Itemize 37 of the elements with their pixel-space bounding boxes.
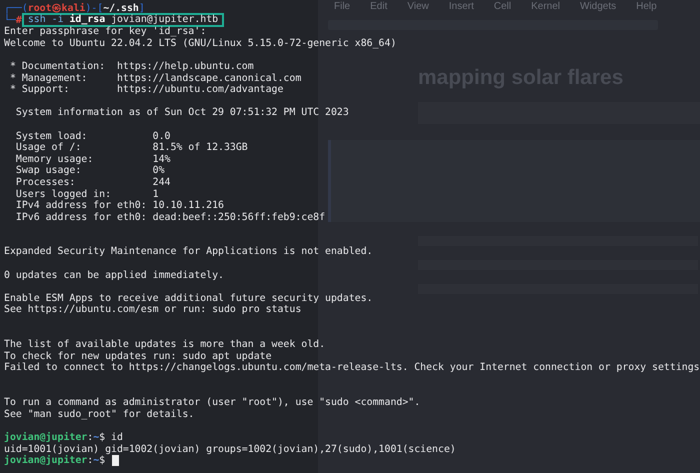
- output-line: See https://ubuntu.com/esm or run: sudo pro status: [4, 304, 302, 316]
- output-line: IPv6 address for eth0: dead:beef::250:56ff:feb9:ce8f: [14, 212, 326, 224]
- menu-item[interactable]: Widgets: [580, 1, 616, 12]
- prompt-line: jovian@jupiter:~$: [4, 455, 106, 467]
- output-line: Swap usage: 0%: [14, 165, 165, 177]
- output-line: Usage of /: 81.5% of 12.33GB: [14, 142, 248, 154]
- output-line: * Management: https://landscape.canonical.com: [8, 72, 302, 84]
- output-line: Memory usage: 14%: [14, 154, 170, 166]
- output-line: See "man sudo_root" for details.: [4, 408, 194, 420]
- output-line: Users logged in: 1: [14, 188, 159, 200]
- output-line: 0 updates can be applied immediately.: [4, 270, 224, 282]
- output-line: Enable ESM Apps to receive additional future security updates.: [4, 292, 373, 304]
- output-line: Welcome to Ubuntu 22.04.2 LTS (GNU/Linux 5.15.0-72-generic x86_64): [4, 38, 396, 50]
- output-line: IPv4 address for eth0: 10.10.11.216: [14, 200, 224, 212]
- output-line: To check for new updates run: sudo apt update: [4, 350, 272, 362]
- output-line: System load: 0.0: [14, 130, 170, 142]
- output-line: * Support: https://ubuntu.com/advantage: [8, 84, 284, 96]
- prompt-line: jovian@jupiter:~$ id: [4, 432, 123, 444]
- output-line: * Documentation: https://help.ubuntu.com: [8, 60, 254, 73]
- menu-item[interactable]: Cell: [494, 1, 512, 12]
- output-line: Enter passphrase for key 'id_rsa':: [4, 26, 206, 38]
- prompt-symbol: └─#: [4, 14, 22, 26]
- prompt-line: ┌──(root㉿kali)-[~/.ssh]: [4, 3, 145, 14]
- menu-item[interactable]: Help: [636, 1, 657, 12]
- menu-item[interactable]: Kernel: [531, 1, 560, 12]
- command-highlight: ssh -i id_rsa jovian@jupiter.htb: [22, 13, 224, 28]
- output-line: To run a command as administrator (user "root"), use "sudo <command>".: [4, 397, 420, 409]
- output-line: uid=1001(jovian) gid=1002(jovian) groups=1002(jovian),27(sudo),1001(science): [4, 444, 456, 455]
- menu-item[interactable]: Insert: [448, 1, 474, 12]
- menu-item[interactable]: Edit: [370, 1, 388, 12]
- output-line: Expanded Security Maintenance for Applications is not enabled.: [4, 246, 373, 258]
- output-line: Failed to connect to https://changelogs.ubuntu.com/meta-release-lts. Check your Internet connection or proxy settings: [4, 362, 700, 374]
- output-line: Processes: 244: [14, 176, 170, 188]
- menu-item[interactable]: View: [407, 1, 429, 12]
- menu-item[interactable]: File: [334, 1, 350, 12]
- output-line: The list of available updates is more than a week old.: [4, 339, 326, 351]
- output-line: System information as of Sun Oct 29 07:51:32 PM UTC 2023: [14, 107, 349, 119]
